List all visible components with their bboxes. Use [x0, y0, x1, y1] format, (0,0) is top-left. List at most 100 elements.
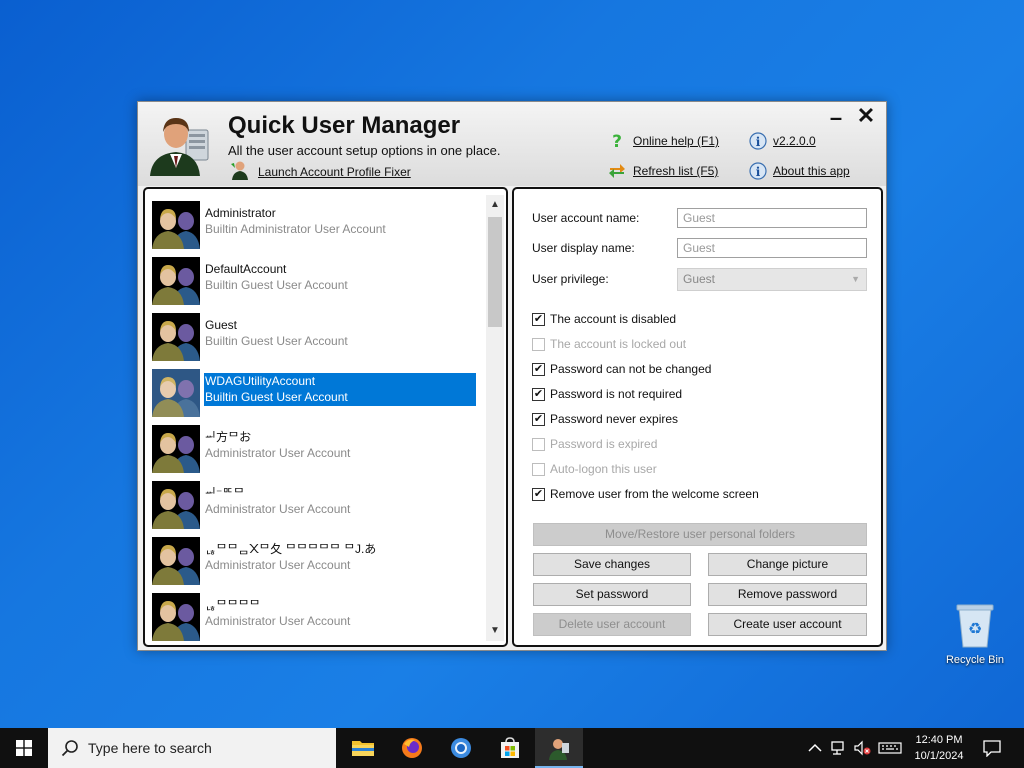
user-avatar-icon — [152, 593, 200, 641]
info-icon: i — [749, 132, 767, 150]
taskbar: Type here to search 12:40 PM 10/1/2024 — [0, 728, 1024, 768]
user-list-item[interactable]: ᆈ⽅ᄆお Administrator User Account — [149, 421, 479, 477]
display-name-label: User display name: — [532, 241, 635, 255]
user-list-item[interactable]: WDAGUtilityAccount Builtin Guest User Acc… — [149, 365, 479, 421]
taskbar-firefox[interactable] — [388, 728, 436, 768]
about-app-link[interactable]: About this app — [773, 164, 850, 178]
svg-text:i: i — [756, 165, 761, 179]
privilege-label: User privilege: — [532, 272, 609, 286]
user-text: ᆈ⁻ᄆᄃᄆ Administrator User Account — [204, 485, 476, 518]
user-name: Administrator — [205, 206, 276, 220]
taskbar-quick-user-manager[interactable] — [535, 728, 583, 768]
checkbox-unchecked[interactable] — [532, 438, 545, 451]
app-subtitle: All the user account setup options in on… — [228, 143, 501, 158]
user-manager-logo-icon — [150, 118, 209, 176]
checkbox-unchecked[interactable] — [532, 338, 545, 351]
user-list-item[interactable]: ᆈ⁻ᄆᄃᄆ Administrator User Account — [149, 477, 479, 533]
checkbox-label: Password is expired — [550, 437, 658, 451]
store-icon — [501, 737, 519, 758]
user-text: DefaultAccount Builtin Guest User Account — [204, 261, 476, 294]
scroll-down-arrow-icon[interactable]: ▼ — [486, 623, 504, 639]
remove-password-button[interactable]: Remove password — [708, 583, 867, 606]
online-help-link[interactable]: Online help (F1) — [633, 134, 719, 148]
user-avatar-icon — [152, 369, 200, 417]
set-password-button[interactable]: Set password — [533, 583, 691, 606]
user-list-panel: Administrator Builtin Administrator User … — [143, 187, 508, 647]
display-name-input[interactable]: Guest — [677, 238, 867, 258]
user-avatar-icon — [152, 313, 200, 361]
profile-fixer-icon — [231, 161, 248, 180]
user-description: Administrator User Account — [205, 614, 351, 628]
privilege-select[interactable]: Guest ▼ — [677, 268, 867, 291]
user-name: Guest — [205, 318, 238, 332]
user-name: DefaultAccount — [205, 262, 287, 276]
user-name: ᆈ⽅ᄆお — [205, 430, 252, 444]
launch-profile-fixer-link[interactable]: Launch Account Profile Fixer — [258, 165, 411, 179]
minimize-button[interactable]: – — [823, 106, 849, 130]
user-name: WDAGUtilityAccount — [205, 374, 316, 388]
checkbox-unchecked[interactable] — [532, 463, 545, 476]
move-restore-folders-button[interactable]: Move/Restore user personal folders — [533, 523, 867, 546]
checkbox-label: Password is not required — [550, 387, 683, 401]
user-avatar-icon — [152, 481, 200, 529]
user-text: WDAGUtilityAccount Builtin Guest User Acc… — [204, 373, 476, 406]
checkbox-checked[interactable]: ✔ — [532, 313, 545, 326]
privilege-value: Guest — [683, 272, 716, 286]
recycle-bin[interactable]: ♻ Recycle Bin — [940, 602, 1010, 666]
checkbox-label: Remove user from the welcome screen — [550, 487, 759, 501]
user-text: ᆈ⽅ᄆお Administrator User Account — [204, 429, 476, 462]
user-description: Administrator User Account — [205, 446, 351, 460]
taskbar-store[interactable] — [486, 728, 534, 768]
version-link[interactable]: v2.2.0.0 — [773, 134, 816, 148]
checkbox-label: Password can not be changed — [550, 362, 712, 376]
account-name-input[interactable]: Guest — [677, 208, 867, 228]
about-info-icon: i — [749, 162, 767, 180]
chevron-down-icon: ▼ — [851, 274, 860, 284]
help-icon: ? — [612, 132, 622, 150]
taskbar-chrome[interactable] — [437, 728, 485, 768]
checkbox-label: Auto-logon this user — [550, 462, 657, 476]
app-header: Quick User Manager All the user account … — [138, 102, 886, 186]
user-list-item[interactable]: Administrator Builtin Administrator User … — [149, 197, 479, 253]
taskbar-file-explorer[interactable] — [339, 728, 387, 768]
user-list-item[interactable]: ᆭᄆᄆᄆᄆ Administrator User Account — [149, 589, 479, 645]
taskbar-search-box[interactable]: Type here to search — [48, 728, 336, 768]
recycle-bin-label: Recycle Bin — [945, 654, 1005, 666]
user-list-item[interactable]: Guest Builtin Guest User Account — [149, 309, 479, 365]
scroll-up-arrow-icon[interactable]: ▲ — [486, 197, 504, 213]
checkbox-checked[interactable]: ✔ — [532, 363, 545, 376]
save-changes-button[interactable]: Save changes — [533, 553, 691, 576]
user-avatar-icon — [152, 537, 200, 585]
user-list-scrollbar[interactable]: ▲ ▼ — [486, 195, 504, 641]
keyboard-icon[interactable] — [878, 740, 902, 756]
notification-center-icon[interactable] — [982, 739, 1002, 757]
user-avatar-icon — [152, 201, 200, 249]
network-icon[interactable] — [830, 740, 848, 756]
change-picture-button[interactable]: Change picture — [708, 553, 867, 576]
app-title: Quick User Manager — [228, 112, 461, 139]
taskbar-clock[interactable]: 12:40 PM 10/1/2024 — [905, 732, 973, 764]
scrollbar-thumb[interactable] — [488, 217, 502, 327]
start-button[interactable] — [0, 728, 48, 768]
firefox-icon — [402, 738, 422, 758]
user-list-item[interactable]: DefaultAccount Builtin Guest User Account — [149, 253, 479, 309]
close-button[interactable]: ✕ — [853, 104, 879, 128]
browser-icon — [451, 738, 471, 758]
user-description: Builtin Guest User Account — [205, 334, 348, 348]
clock-time: 12:40 PM — [915, 734, 963, 746]
user-name: ᆭᄆᄆᆷ᙭ᄆ夂 ᄆᄆᄆᄆᄆ ᄆJ.あ — [205, 542, 377, 556]
checkbox-checked[interactable]: ✔ — [532, 388, 545, 401]
checkbox-label: The account is locked out — [550, 337, 687, 351]
user-name: ᆭᄆᄆᄆᄆ — [205, 598, 261, 612]
recycle-bin-icon: ♻ — [956, 604, 994, 648]
windows-logo-icon — [16, 740, 32, 756]
delete-user-button[interactable]: Delete user account — [533, 613, 691, 636]
volume-muted-icon[interactable] — [853, 740, 871, 756]
chevron-up-icon[interactable] — [806, 740, 824, 756]
user-description: Builtin Guest User Account — [205, 390, 348, 404]
refresh-list-link[interactable]: Refresh list (F5) — [633, 164, 718, 178]
checkbox-checked[interactable]: ✔ — [532, 488, 545, 501]
create-user-button[interactable]: Create user account — [708, 613, 867, 636]
user-list-item[interactable]: ᆭᄆᄆᆷ᙭ᄆ夂 ᄆᄆᄆᄆᄆ ᄆJ.あ Administrator User Acc… — [149, 533, 479, 589]
checkbox-checked[interactable]: ✔ — [532, 413, 545, 426]
